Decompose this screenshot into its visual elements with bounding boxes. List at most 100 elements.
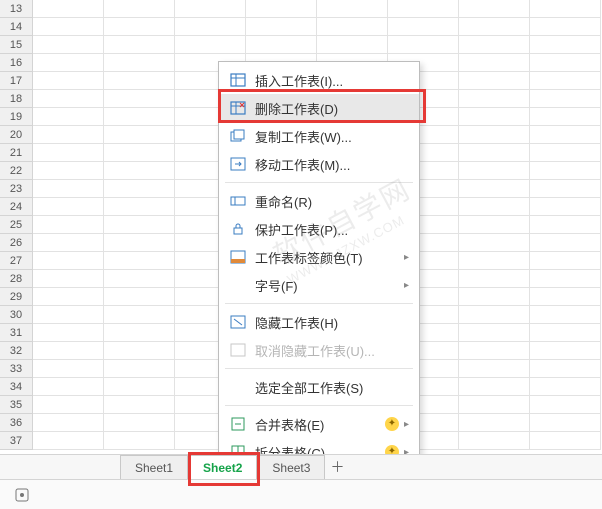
cell[interactable] <box>33 216 104 234</box>
cell[interactable] <box>33 234 104 252</box>
cell[interactable] <box>317 18 388 36</box>
add-sheet-button[interactable]: ＋ <box>325 455 349 479</box>
cell[interactable] <box>530 432 601 450</box>
cell[interactable] <box>33 54 104 72</box>
cell[interactable] <box>459 72 530 90</box>
cell[interactable] <box>33 306 104 324</box>
cell[interactable] <box>530 0 601 18</box>
cell[interactable] <box>33 126 104 144</box>
row-header[interactable]: 32 <box>0 342 33 360</box>
cell[interactable] <box>459 36 530 54</box>
cell[interactable] <box>33 270 104 288</box>
cell[interactable] <box>459 432 530 450</box>
cell[interactable] <box>104 0 175 18</box>
cell[interactable] <box>33 108 104 126</box>
cell[interactable] <box>33 378 104 396</box>
menu-hide-sheet[interactable]: 隐藏工作表(H) <box>219 308 419 336</box>
menu-select-all-sheets[interactable]: 选定全部工作表(S) <box>219 373 419 401</box>
tab-sheet1[interactable]: Sheet1 <box>120 455 188 479</box>
cell[interactable] <box>459 396 530 414</box>
cell[interactable] <box>530 342 601 360</box>
cell[interactable] <box>530 126 601 144</box>
cell[interactable] <box>246 36 317 54</box>
cell[interactable] <box>33 396 104 414</box>
row-header[interactable]: 15 <box>0 36 33 54</box>
cell[interactable] <box>33 288 104 306</box>
row-header[interactable]: 18 <box>0 90 33 108</box>
cell[interactable] <box>104 198 175 216</box>
cell[interactable] <box>33 162 104 180</box>
row-header[interactable]: 28 <box>0 270 33 288</box>
cell[interactable] <box>388 36 459 54</box>
cell[interactable] <box>459 234 530 252</box>
cell[interactable] <box>33 18 104 36</box>
row-header[interactable]: 20 <box>0 126 33 144</box>
cell[interactable] <box>33 360 104 378</box>
cell[interactable] <box>530 414 601 432</box>
cell[interactable] <box>104 306 175 324</box>
cell[interactable] <box>459 108 530 126</box>
cell[interactable] <box>530 396 601 414</box>
row-header[interactable]: 29 <box>0 288 33 306</box>
cell[interactable] <box>104 216 175 234</box>
cell[interactable] <box>530 234 601 252</box>
row-header[interactable]: 16 <box>0 54 33 72</box>
cell[interactable] <box>33 324 104 342</box>
row-header[interactable]: 35 <box>0 396 33 414</box>
menu-tab-color[interactable]: 工作表标签颜色(T) ▸ <box>219 243 419 271</box>
cell[interactable] <box>530 216 601 234</box>
cell[interactable] <box>530 288 601 306</box>
cell[interactable] <box>33 72 104 90</box>
cell[interactable] <box>33 432 104 450</box>
cell[interactable] <box>104 180 175 198</box>
cell[interactable] <box>104 360 175 378</box>
row-header[interactable]: 30 <box>0 306 33 324</box>
menu-protect-sheet[interactable]: 保护工作表(P)... <box>219 215 419 243</box>
cell[interactable] <box>459 54 530 72</box>
cell[interactable] <box>530 378 601 396</box>
tab-sheet3[interactable]: Sheet3 <box>257 455 325 479</box>
cell[interactable] <box>459 126 530 144</box>
cell[interactable] <box>33 180 104 198</box>
cell[interactable] <box>530 180 601 198</box>
cell[interactable] <box>530 90 601 108</box>
row-header[interactable]: 36 <box>0 414 33 432</box>
menu-rename[interactable]: 重命名(R) <box>219 187 419 215</box>
cell[interactable] <box>388 18 459 36</box>
cell[interactable] <box>104 252 175 270</box>
cell[interactable] <box>33 0 104 18</box>
cell[interactable] <box>459 180 530 198</box>
cell[interactable] <box>104 18 175 36</box>
record-macro-icon[interactable] <box>14 487 30 503</box>
cell[interactable] <box>530 54 601 72</box>
row-header[interactable]: 31 <box>0 324 33 342</box>
cell[interactable] <box>33 414 104 432</box>
row-header[interactable]: 33 <box>0 360 33 378</box>
cell[interactable] <box>104 324 175 342</box>
cell[interactable] <box>246 18 317 36</box>
cell[interactable] <box>459 144 530 162</box>
cell[interactable] <box>104 72 175 90</box>
cell[interactable] <box>459 162 530 180</box>
menu-delete-sheet[interactable]: 删除工作表(D) <box>219 94 419 122</box>
cell[interactable] <box>530 324 601 342</box>
cell[interactable] <box>317 36 388 54</box>
cell[interactable] <box>175 36 246 54</box>
cell[interactable] <box>104 144 175 162</box>
cell[interactable] <box>459 360 530 378</box>
cell[interactable] <box>33 198 104 216</box>
row-header[interactable]: 27 <box>0 252 33 270</box>
row-header[interactable]: 23 <box>0 180 33 198</box>
row-header[interactable]: 17 <box>0 72 33 90</box>
cell[interactable] <box>33 144 104 162</box>
cell[interactable] <box>459 288 530 306</box>
cell[interactable] <box>459 216 530 234</box>
cell[interactable] <box>530 18 601 36</box>
cell[interactable] <box>459 198 530 216</box>
cell[interactable] <box>175 18 246 36</box>
cell[interactable] <box>104 378 175 396</box>
row-header[interactable]: 25 <box>0 216 33 234</box>
row-header[interactable]: 21 <box>0 144 33 162</box>
cell[interactable] <box>104 270 175 288</box>
cell[interactable] <box>33 36 104 54</box>
